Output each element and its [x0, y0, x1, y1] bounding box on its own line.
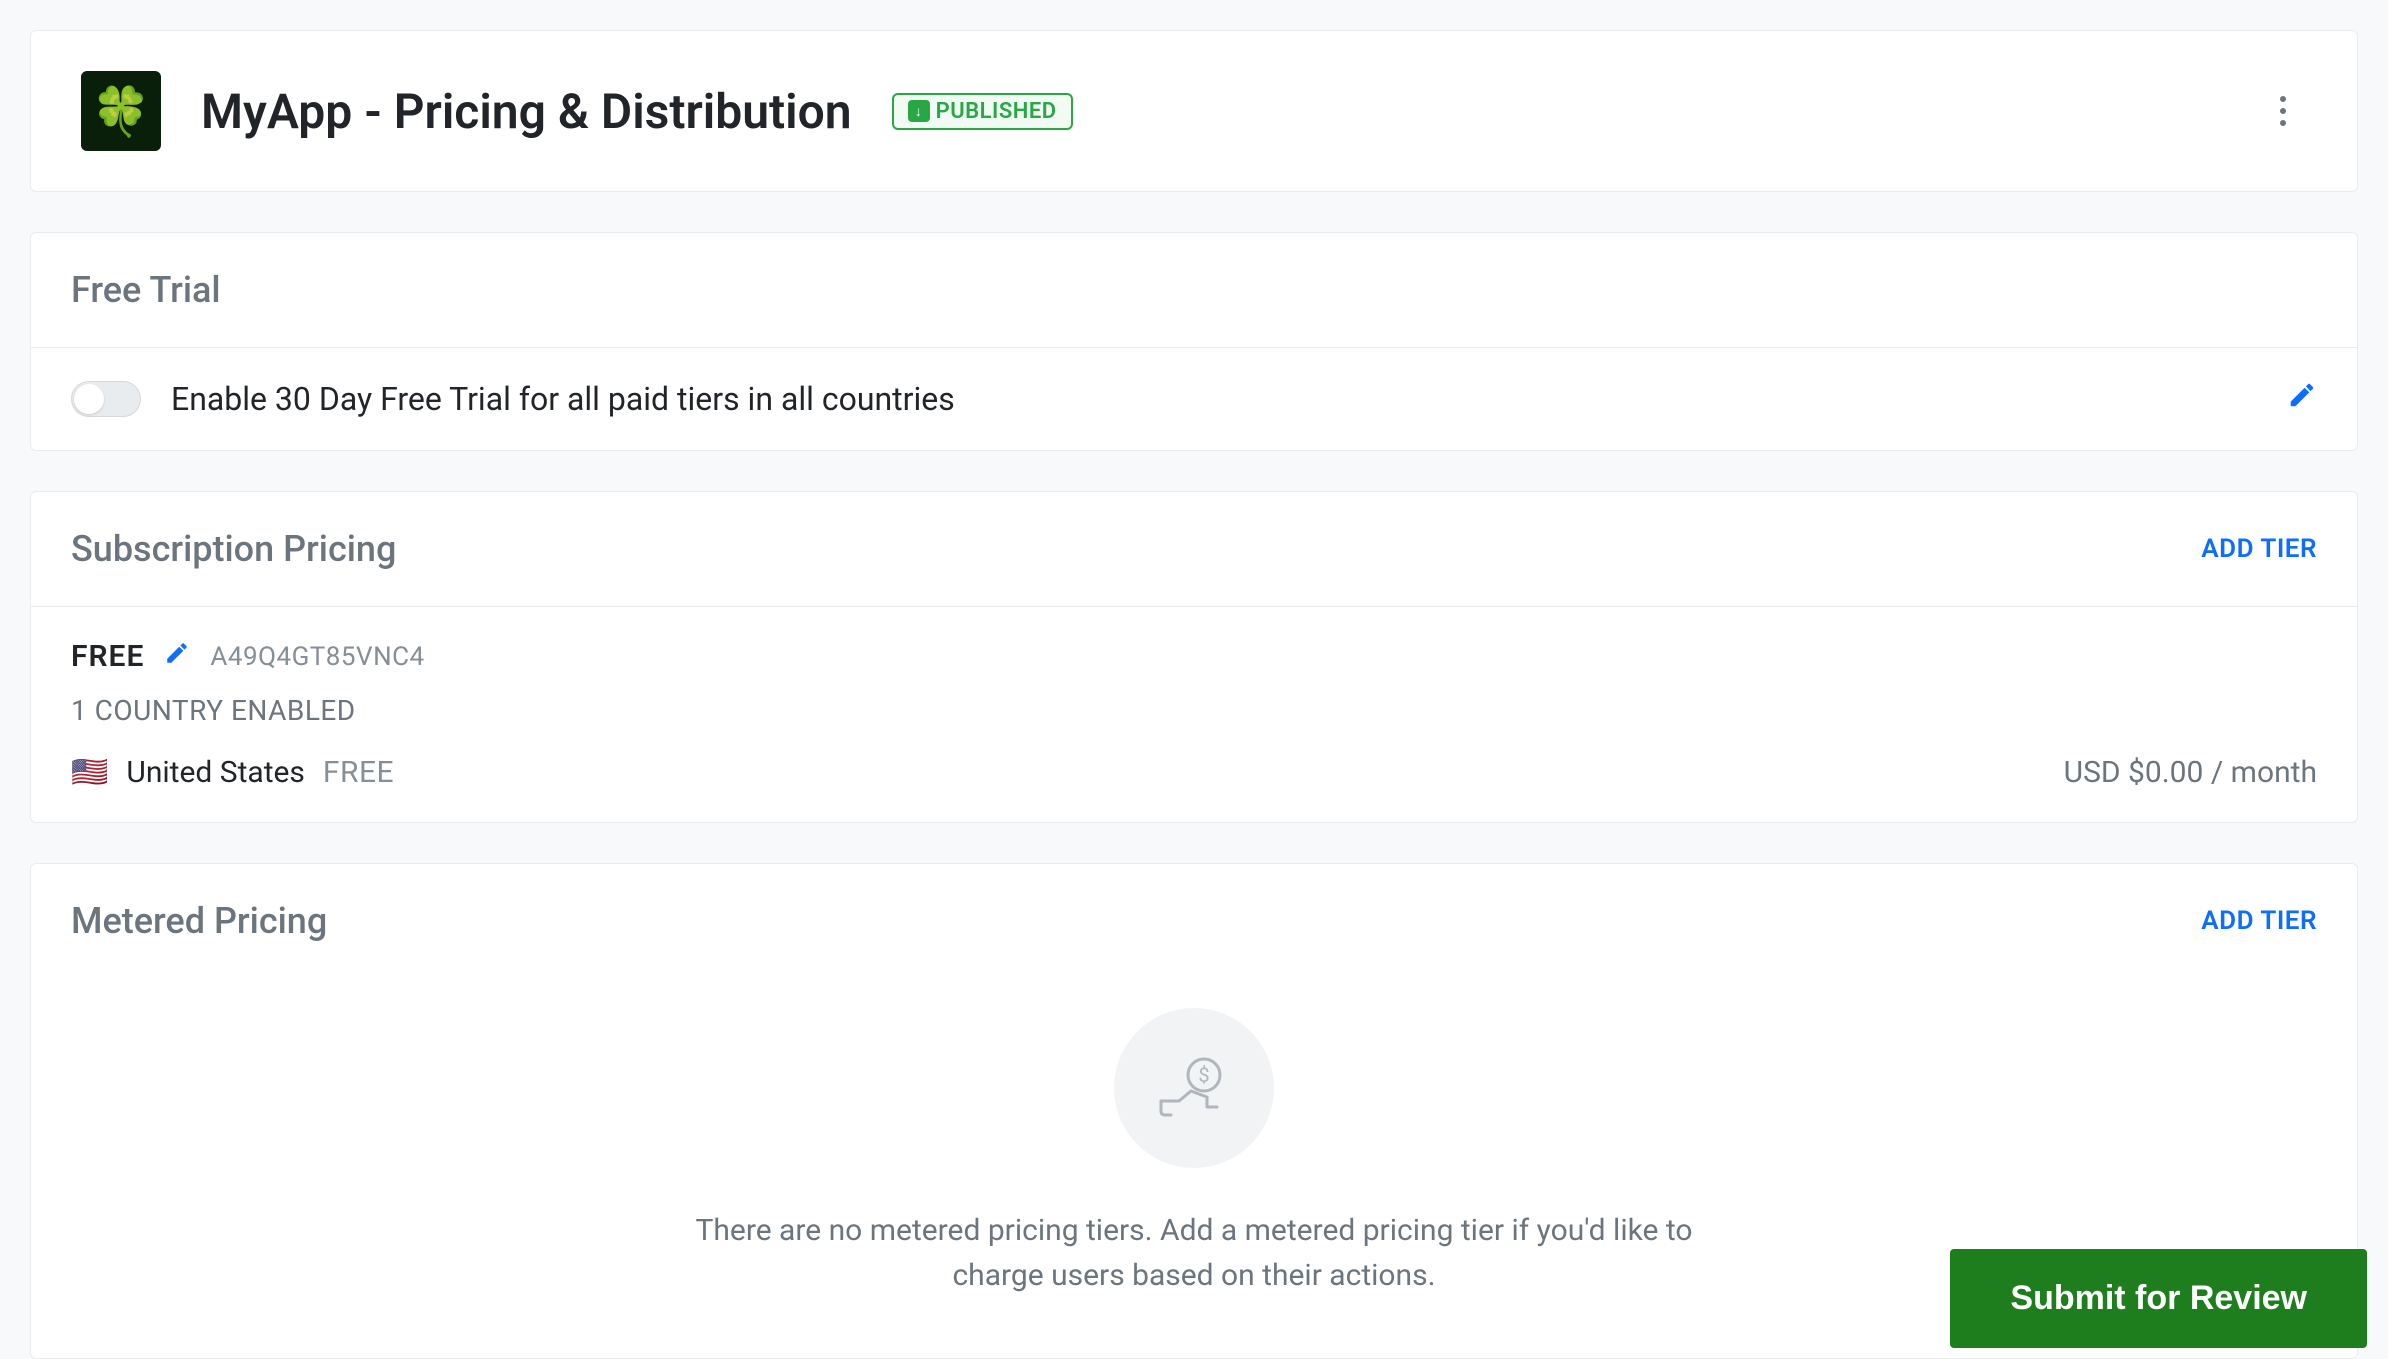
subscription-pricing-section: Subscription Pricing ADD TIER FREE A49Q4…	[30, 491, 2358, 823]
us-flag-icon: 🇺🇸	[71, 758, 108, 788]
tier-name: FREE	[71, 639, 144, 674]
toggle-knob	[74, 384, 104, 414]
free-trial-section: Free Trial Enable 30 Day Free Trial for …	[30, 232, 2358, 451]
free-trial-toggle-label: Enable 30 Day Free Trial for all paid ti…	[171, 380, 955, 418]
page-header: 🍀 MyApp - Pricing & Distribution ↓ PUBLI…	[30, 30, 2358, 192]
add-subscription-tier-button[interactable]: ADD TIER	[2201, 534, 2317, 564]
country-tier: FREE	[323, 755, 394, 790]
countries-enabled-label: 1 COUNTRY ENABLED	[71, 694, 2317, 727]
edit-tier-button[interactable]	[164, 640, 190, 673]
free-trial-toggle[interactable]	[71, 381, 141, 417]
subscription-pricing-header: Subscription Pricing ADD TIER	[31, 492, 2357, 607]
country-price: USD $0.00 / month	[2064, 755, 2317, 790]
free-trial-toggle-row: Enable 30 Day Free Trial for all paid ti…	[71, 380, 2317, 418]
metered-pricing-section: Metered Pricing ADD TIER $ There are no …	[30, 863, 2358, 1359]
status-badge-text: PUBLISHED	[936, 99, 1057, 124]
edit-free-trial-button[interactable]	[2287, 380, 2317, 418]
empty-state-text: There are no metered pricing tiers. Add …	[654, 1208, 1734, 1298]
metered-pricing-title: Metered Pricing	[71, 900, 327, 942]
country-row: 🇺🇸 United States FREE USD $0.00 / month	[71, 755, 2317, 790]
submit-for-review-button[interactable]: Submit for Review	[1950, 1249, 2367, 1348]
metered-pricing-header: Metered Pricing ADD TIER	[31, 864, 2357, 978]
app-icon-glyph: 🍀	[91, 83, 151, 140]
free-trial-header: Free Trial	[31, 233, 2357, 348]
published-icon: ↓	[908, 100, 930, 122]
more-menu-button[interactable]	[2259, 87, 2307, 135]
free-trial-title: Free Trial	[71, 269, 221, 311]
tier-id: A49Q4GT85VNC4	[210, 642, 424, 672]
svg-text:$: $	[1198, 1063, 1209, 1087]
add-metered-tier-button[interactable]: ADD TIER	[2201, 906, 2317, 936]
page-title: MyApp - Pricing & Distribution	[201, 83, 852, 140]
subscription-pricing-title: Subscription Pricing	[71, 528, 396, 570]
country-name: United States	[126, 755, 305, 790]
app-icon: 🍀	[81, 71, 161, 151]
status-badge: ↓ PUBLISHED	[892, 93, 1073, 130]
tier-row: FREE A49Q4GT85VNC4	[71, 639, 2317, 674]
empty-state-icon: $	[1114, 1008, 1274, 1168]
subscription-tier-body: FREE A49Q4GT85VNC4 1 COUNTRY ENABLED 🇺🇸 …	[31, 607, 2357, 822]
